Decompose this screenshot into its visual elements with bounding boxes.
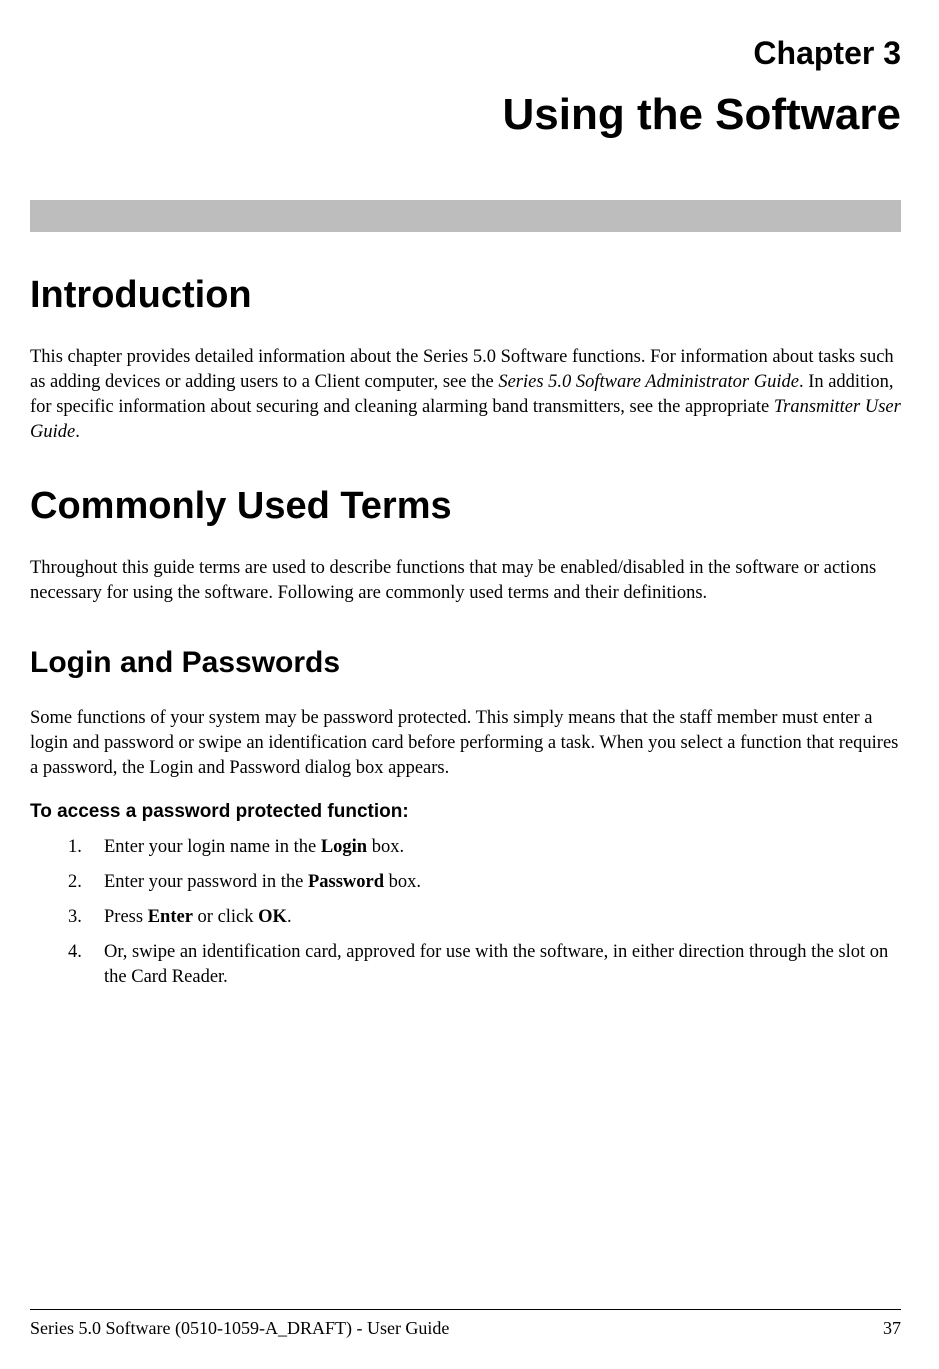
step-number: 2. xyxy=(68,870,104,895)
step-text: Press xyxy=(104,907,148,927)
chapter-title: Using the Software xyxy=(30,90,901,140)
footer-page-number: 37 xyxy=(883,1318,901,1339)
list-item: 1. Enter your login name in the Login bo… xyxy=(68,835,901,860)
list-item: 3. Press Enter or click OK. xyxy=(68,905,901,930)
step-text: or click xyxy=(193,907,258,927)
step-content: Enter your password in the Password box. xyxy=(104,870,901,895)
step-number: 3. xyxy=(68,905,104,930)
step-text: Enter your login name in the xyxy=(104,837,321,857)
list-item: 4. Or, swipe an identification card, app… xyxy=(68,940,901,990)
step-number: 1. xyxy=(68,835,104,860)
intro-paragraph: This chapter provides detailed informati… xyxy=(30,345,901,445)
procedure-list: 1. Enter your login name in the Login bo… xyxy=(30,835,901,990)
heading-commonly-used-terms: Commonly Used Terms xyxy=(30,485,901,528)
chapter-label: Chapter 3 xyxy=(30,35,901,72)
step-text: Or, swipe an identification card, approv… xyxy=(104,942,888,987)
step-text: Enter your password in the xyxy=(104,872,308,892)
login-paragraph: Some functions of your system may be pas… xyxy=(30,706,901,781)
page-footer: Series 5.0 Software (0510-1059-A_DRAFT) … xyxy=(30,1309,901,1339)
step-content: Press Enter or click OK. xyxy=(104,905,901,930)
step-number: 4. xyxy=(68,940,104,990)
step-bold: OK xyxy=(258,907,287,927)
step-text: box. xyxy=(367,837,404,857)
intro-ref1: Series 5.0 Software Administrator Guide xyxy=(498,372,799,392)
intro-text-suffix: . xyxy=(75,422,80,442)
step-content: Enter your login name in the Login box. xyxy=(104,835,901,860)
step-content: Or, swipe an identification card, approv… xyxy=(104,940,901,990)
step-bold: Password xyxy=(308,872,384,892)
terms-paragraph: Throughout this guide terms are used to … xyxy=(30,556,901,606)
step-text: . xyxy=(287,907,292,927)
heading-login-passwords: Login and Passwords xyxy=(30,646,901,680)
procedure-heading: To access a password protected function: xyxy=(30,801,901,823)
heading-introduction: Introduction xyxy=(30,274,901,317)
footer-left: Series 5.0 Software (0510-1059-A_DRAFT) … xyxy=(30,1318,449,1339)
divider-bar xyxy=(30,200,901,232)
step-bold: Login xyxy=(321,837,367,857)
list-item: 2. Enter your password in the Password b… xyxy=(68,870,901,895)
step-text: box. xyxy=(384,872,421,892)
step-bold: Enter xyxy=(148,907,193,927)
